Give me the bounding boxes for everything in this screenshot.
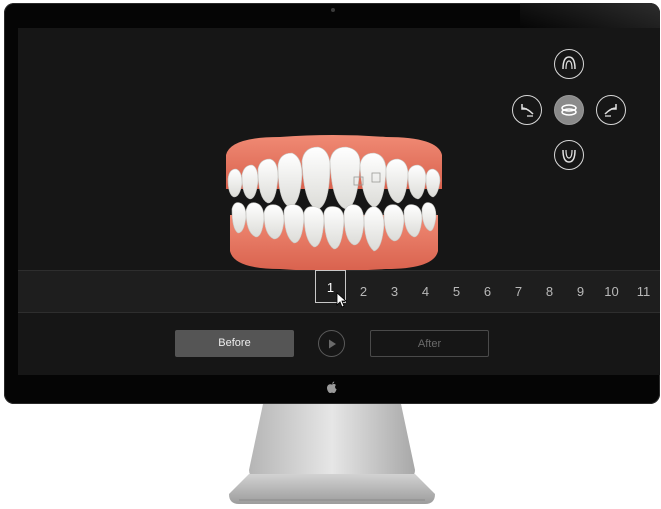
stage-9[interactable]: 9 (565, 271, 596, 312)
rotate-left-view-button[interactable] (512, 95, 542, 125)
stage-3[interactable]: 3 (379, 271, 410, 312)
stage-11[interactable]: 11 (628, 271, 659, 312)
mouse-cursor-icon (336, 292, 348, 308)
frontal-view-icon (561, 104, 577, 116)
play-icon (328, 339, 336, 348)
upper-arch-icon (562, 56, 576, 70)
bezel-glare (520, 3, 660, 29)
monitor-bezel: 1 2 3 4 5 6 7 8 9 10 11 Before After (4, 3, 660, 404)
stage-8[interactable]: 8 (534, 271, 565, 312)
after-button[interactable]: After (370, 330, 489, 357)
rotate-right-view-button[interactable] (596, 95, 626, 125)
rotate-right-icon (604, 104, 617, 117)
stage-2[interactable]: 2 (348, 271, 379, 312)
stage-6[interactable]: 6 (472, 271, 503, 312)
play-button[interactable] (318, 330, 345, 357)
frontal-view-button[interactable] (554, 95, 584, 125)
rotate-left-icon (521, 104, 534, 117)
before-button[interactable]: Before (175, 330, 294, 357)
lower-arch-icon (562, 149, 576, 163)
stage-7[interactable]: 7 (503, 271, 534, 312)
screen: 1 2 3 4 5 6 7 8 9 10 11 Before After (18, 28, 660, 375)
monitor-stand (229, 404, 435, 504)
apple-logo-icon (327, 381, 337, 393)
teeth-3d-model[interactable] (220, 133, 446, 273)
stage-5[interactable]: 5 (441, 271, 472, 312)
upper-arch-view-button[interactable] (554, 49, 584, 79)
stage-4[interactable]: 4 (410, 271, 441, 312)
camera-dot (331, 8, 335, 12)
stage-10[interactable]: 10 (596, 271, 627, 312)
lower-arch-view-button[interactable] (554, 140, 584, 170)
